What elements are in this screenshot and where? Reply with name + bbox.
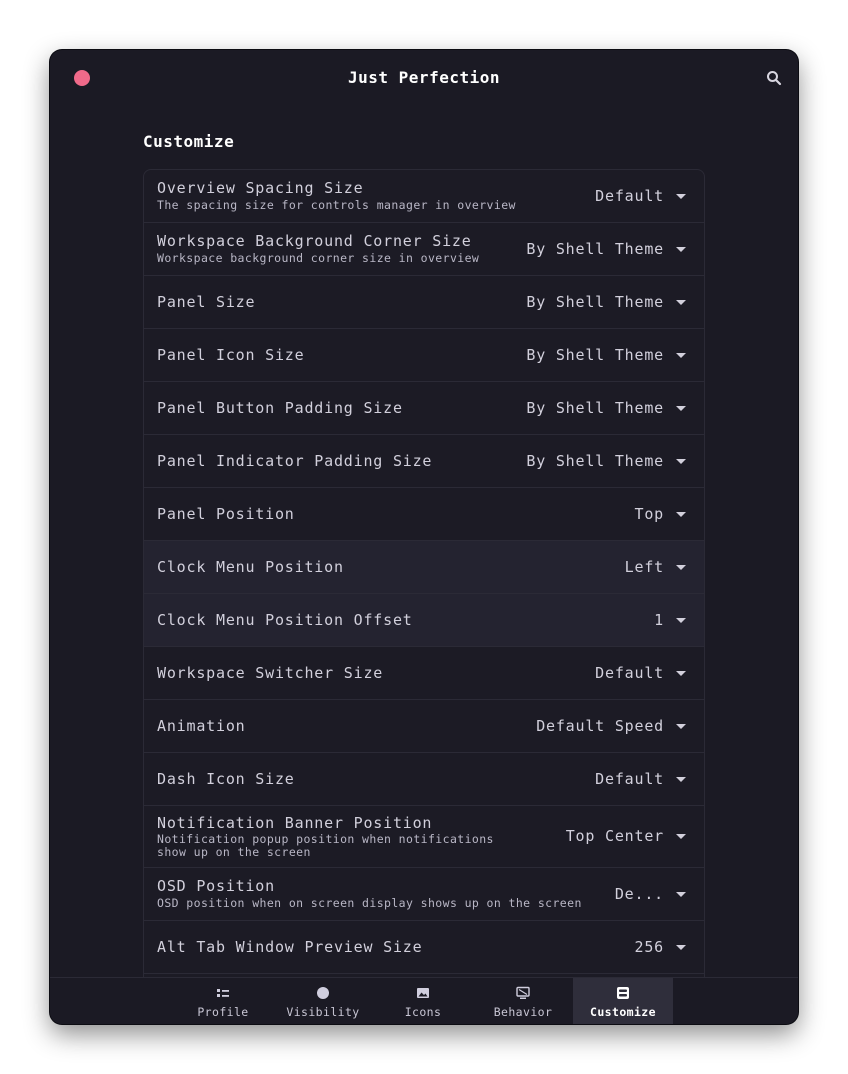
tab-label: Visibility bbox=[286, 1005, 360, 1019]
title-bar: Just Perfection bbox=[50, 50, 798, 106]
setting-row-notification-banner-position[interactable]: Notification Banner Position Notificatio… bbox=[144, 806, 704, 868]
setting-subtitle: The spacing size for controls manager in… bbox=[157, 198, 516, 212]
tab-label: Customize bbox=[590, 1005, 656, 1019]
chevron-down-icon bbox=[676, 565, 686, 570]
setting-value: Default bbox=[595, 187, 664, 205]
chevron-down-icon bbox=[676, 724, 686, 729]
setting-row-panel-indicator-padding-size[interactable]: Panel Indicator Padding Size By Shell Th… bbox=[144, 435, 704, 488]
chevron-down-icon bbox=[676, 945, 686, 950]
setting-row-panel-size[interactable]: Panel Size By Shell Theme bbox=[144, 276, 704, 329]
setting-value: By Shell Theme bbox=[526, 240, 664, 258]
setting-label: Notification Banner Position bbox=[157, 814, 433, 832]
search-button[interactable] bbox=[766, 70, 782, 86]
setting-value: Default Speed bbox=[536, 717, 664, 735]
chevron-down-icon bbox=[676, 618, 686, 623]
setting-label: Alt Tab Window Preview Size bbox=[157, 938, 423, 956]
setting-row-clock-menu-position-offset[interactable]: Clock Menu Position Offset 1 bbox=[144, 594, 704, 647]
tab-icons[interactable]: Icons bbox=[373, 978, 473, 1024]
tab-customize[interactable]: Customize bbox=[573, 978, 673, 1024]
setting-label: Overview Spacing Size bbox=[157, 179, 364, 197]
visibility-dot-icon bbox=[317, 987, 329, 999]
setting-label: Panel Icon Size bbox=[157, 346, 305, 364]
chevron-down-icon bbox=[676, 406, 686, 411]
setting-row-osd-position[interactable]: OSD Position OSD position when on screen… bbox=[144, 868, 704, 921]
setting-row-clock-menu-position[interactable]: Clock Menu Position Left bbox=[144, 541, 704, 594]
tab-visibility[interactable]: Visibility bbox=[273, 978, 373, 1024]
chevron-down-icon bbox=[676, 512, 686, 517]
setting-label: Workspace Background Corner Size bbox=[157, 232, 472, 250]
setting-label: Clock Menu Position bbox=[157, 558, 344, 576]
chevron-down-icon bbox=[676, 300, 686, 305]
setting-row-panel-button-padding-size[interactable]: Panel Button Padding Size By Shell Theme bbox=[144, 382, 704, 435]
setting-subtitle: OSD position when on screen display show… bbox=[157, 896, 582, 910]
tab-profile[interactable]: Profile bbox=[173, 978, 273, 1024]
window-title: Just Perfection bbox=[348, 68, 500, 87]
setting-value: By Shell Theme bbox=[526, 452, 664, 470]
setting-subtitle-line2: show up on the screen bbox=[157, 845, 311, 859]
setting-row-workspace-background-corner-size[interactable]: Workspace Background Corner Size Workspa… bbox=[144, 223, 704, 276]
chevron-down-icon bbox=[676, 194, 686, 199]
setting-row-alt-tab-window-preview-size[interactable]: Alt Tab Window Preview Size 256 bbox=[144, 921, 704, 974]
setting-label: OSD Position bbox=[157, 877, 275, 895]
monitor-icon bbox=[516, 986, 530, 999]
profile-list-icon bbox=[217, 989, 229, 997]
tab-label: Behavior bbox=[493, 1005, 553, 1019]
chevron-down-icon bbox=[676, 247, 686, 252]
tab-label: Profile bbox=[197, 1005, 249, 1019]
setting-row-panel-position[interactable]: Panel Position Top bbox=[144, 488, 704, 541]
setting-row-workspace-switcher-size[interactable]: Workspace Switcher Size Default bbox=[144, 647, 704, 700]
setting-label: Animation bbox=[157, 717, 246, 735]
section-title: Customize bbox=[143, 132, 235, 151]
setting-value: Default bbox=[595, 664, 664, 682]
bottom-tab-bar: Profile Visibility Icons Behavior Custom… bbox=[50, 977, 798, 1024]
search-icon bbox=[767, 71, 782, 86]
chevron-down-icon bbox=[676, 777, 686, 782]
image-icon bbox=[417, 988, 429, 998]
setting-value: Top Center bbox=[565, 827, 664, 845]
setting-subtitle: Workspace background corner size in over… bbox=[157, 251, 480, 265]
setting-value: By Shell Theme bbox=[526, 399, 664, 417]
setting-label: Panel Size bbox=[157, 293, 256, 311]
setting-label: Dash Icon Size bbox=[157, 770, 295, 788]
chevron-down-icon bbox=[676, 671, 686, 676]
customize-icon bbox=[617, 987, 629, 999]
setting-value: 1 bbox=[654, 611, 664, 629]
setting-value: Top bbox=[634, 505, 664, 523]
tab-label: Icons bbox=[404, 1005, 442, 1019]
setting-row-dash-icon-size[interactable]: Dash Icon Size Default bbox=[144, 753, 704, 806]
setting-value: Left bbox=[624, 558, 664, 576]
chevron-down-icon bbox=[676, 892, 686, 897]
setting-label: Clock Menu Position Offset bbox=[157, 611, 413, 629]
setting-value: De... bbox=[614, 885, 664, 903]
settings-content: Customize Overview Spacing Size The spac… bbox=[143, 130, 705, 987]
setting-value: 256 bbox=[634, 938, 664, 956]
chevron-down-icon bbox=[676, 459, 686, 464]
setting-value: By Shell Theme bbox=[526, 293, 664, 311]
setting-row-overview-spacing-size[interactable]: Overview Spacing Size The spacing size f… bbox=[144, 170, 704, 223]
setting-value: Default bbox=[595, 770, 664, 788]
setting-label: Panel Indicator Padding Size bbox=[157, 452, 433, 470]
setting-value: By Shell Theme bbox=[526, 346, 664, 364]
setting-row-animation[interactable]: Animation Default Speed bbox=[144, 700, 704, 753]
setting-label: Panel Button Padding Size bbox=[157, 399, 403, 417]
chevron-down-icon bbox=[676, 353, 686, 358]
settings-list: Overview Spacing Size The spacing size f… bbox=[143, 169, 705, 987]
setting-row-panel-icon-size[interactable]: Panel Icon Size By Shell Theme bbox=[144, 329, 704, 382]
chevron-down-icon bbox=[676, 834, 686, 839]
app-window: Just Perfection Customize Overview Spaci… bbox=[50, 50, 798, 1024]
setting-label: Panel Position bbox=[157, 505, 295, 523]
setting-label: Workspace Switcher Size bbox=[157, 664, 384, 682]
tab-behavior[interactable]: Behavior bbox=[473, 978, 573, 1024]
